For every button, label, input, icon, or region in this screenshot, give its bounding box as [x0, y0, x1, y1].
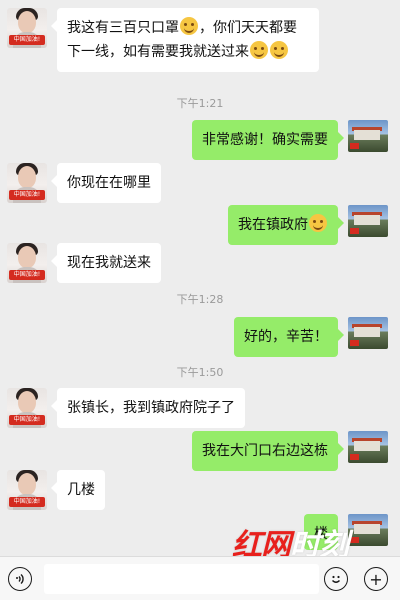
smiley-icon — [332, 575, 340, 583]
message-input[interactable] — [44, 564, 319, 594]
heart-eyes-emoji-icon — [270, 41, 288, 59]
voice-wave-icon — [16, 573, 24, 585]
message-text: 现在我就送来 — [67, 255, 151, 271]
message-text: 我在大门口右边这栋 — [202, 443, 328, 459]
message-row: 中国加油! 你现在在哪里 — [7, 163, 161, 203]
message-bubble[interactable]: 我这有三百只口罩 ，你们天天都要下一线，如有需要我就送过来 — [51, 8, 319, 72]
timestamp: 下午1:50 — [176, 366, 224, 379]
message-bubble[interactable]: 几楼 — [51, 470, 105, 510]
my-avatar[interactable] — [348, 317, 388, 349]
message-text: 我在镇政府 — [238, 217, 308, 233]
my-avatar[interactable] — [348, 431, 388, 463]
voice-icon[interactable] — [8, 567, 32, 591]
avatar-badge-text: 中国加油! — [9, 190, 45, 200]
plus-icon[interactable]: + — [364, 567, 388, 591]
heart-eyes-emoji-icon — [250, 41, 268, 59]
message-bubble[interactable]: 非常感谢！确实需要 — [192, 120, 344, 160]
avatar-badge-text: 中国加油! — [9, 415, 45, 425]
message-bubble[interactable]: 你现在在哪里 — [51, 163, 161, 203]
message-text: 我这有三百只口罩 — [67, 20, 179, 36]
message-bubble[interactable]: 张镇长，我到镇政府院子了 — [51, 388, 245, 428]
input-bar: + — [0, 556, 400, 600]
sender-avatar[interactable]: 中国加油! — [7, 243, 47, 283]
message-row: 我在镇政府 — [228, 205, 388, 245]
smile-emoji-icon — [309, 214, 327, 232]
message-bubble[interactable]: 楼 — [304, 514, 338, 550]
message-bubble[interactable]: 好的，辛苦！ — [234, 317, 344, 357]
message-text: 非常感谢！确实需要 — [202, 132, 328, 148]
timestamp: 下午1:21 — [176, 97, 224, 110]
avatar-badge-text: 中国加油! — [9, 270, 45, 280]
message-row: 我在大门口右边这栋 — [192, 431, 388, 471]
my-avatar[interactable] — [348, 514, 388, 546]
my-avatar[interactable] — [348, 120, 388, 152]
message-row: 中国加油! 张镇长，我到镇政府院子了 — [7, 388, 245, 428]
message-text: 好的，辛苦！ — [244, 329, 328, 345]
message-bubble[interactable]: 我在镇政府 — [228, 205, 344, 245]
message-row: 非常感谢！确实需要 — [192, 120, 388, 160]
message-text: 你现在在哪里 — [67, 175, 151, 191]
grin-emoji-icon — [180, 17, 198, 35]
emoji-icon[interactable] — [324, 567, 348, 591]
avatar-badge-text: 中国加油! — [9, 497, 45, 507]
timestamp: 下午1:28 — [176, 293, 224, 306]
sender-avatar[interactable]: 中国加油! — [7, 388, 47, 428]
my-avatar[interactable] — [348, 205, 388, 237]
message-text: 几楼 — [67, 482, 95, 498]
sender-avatar[interactable]: 中国加油! — [7, 163, 47, 203]
message-bubble[interactable]: 我在大门口右边这栋 — [192, 431, 344, 471]
sender-avatar[interactable]: 中国加油! — [7, 470, 47, 510]
message-row: 中国加油! 现在我就送来 — [7, 243, 161, 283]
message-row: 中国加油! 我这有三百只口罩 ，你们天天都要下一线，如有需要我就送过来 — [7, 8, 319, 72]
message-row: 好的，辛苦！ — [234, 317, 388, 357]
message-text: 楼 — [314, 526, 328, 542]
message-text: 张镇长，我到镇政府院子了 — [67, 400, 235, 416]
message-row: 楼 — [304, 514, 388, 550]
avatar-badge-text: 中国加油! — [9, 35, 45, 45]
message-row: 中国加油! 几楼 — [7, 470, 105, 510]
sender-avatar[interactable]: 中国加油! — [7, 8, 47, 48]
message-bubble[interactable]: 现在我就送来 — [51, 243, 161, 283]
